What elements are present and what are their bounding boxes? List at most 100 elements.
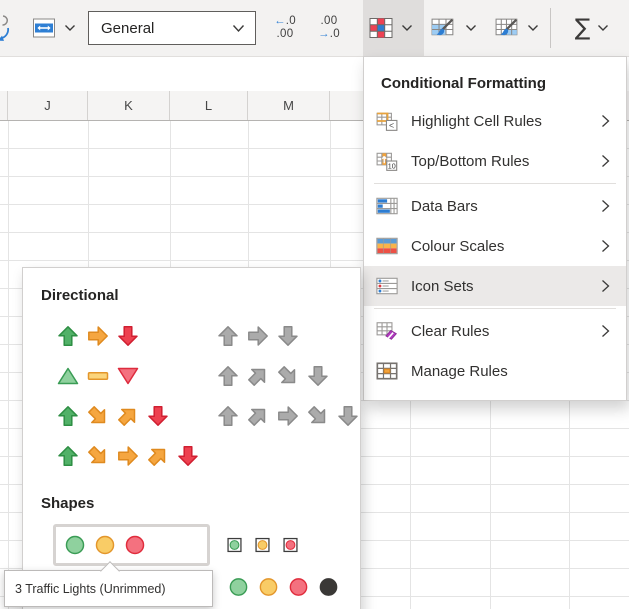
- arrow-up-green-icon: [56, 444, 80, 468]
- increase-decimal-top: ←.0: [274, 15, 296, 28]
- column-header-L[interactable]: L: [170, 91, 248, 120]
- icon-sets-gallery: Directional Shapes: [22, 267, 361, 609]
- iconset-row: [23, 316, 360, 356]
- iconset-option-3-arrows-coloured[interactable]: [56, 324, 146, 348]
- iconset-row: [23, 356, 360, 396]
- bar-orange-icon: [86, 364, 110, 388]
- menu-item-icon-sets[interactable]: Icon Sets: [364, 266, 626, 306]
- clear-rules-icon: [376, 320, 398, 342]
- submenu-chevron-icon: [601, 324, 610, 338]
- circle-orange-icon: [94, 534, 116, 556]
- submenu-chevron-icon: [601, 239, 610, 253]
- conditional-formatting-button[interactable]: [363, 0, 424, 56]
- icon-sets-icon: [376, 275, 398, 297]
- iconset-option-3-traffic-lights-unrimmed[interactable]: [53, 524, 210, 566]
- menu-title: Conditional Formatting: [364, 65, 626, 101]
- arrow-down-right-gray-icon: [306, 404, 330, 428]
- menu-separator: [374, 183, 616, 184]
- colour-scales-icon: [376, 235, 398, 257]
- tooltip: 3 Traffic Lights (Unrimmed): [4, 570, 213, 607]
- chevron-down-icon: [232, 24, 245, 33]
- menu-item-label: Colour Scales: [411, 238, 601, 255]
- iconset-option-4-traffic-lights[interactable]: [228, 577, 348, 598]
- increase-decimal-button[interactable]: ←.0 .00: [263, 8, 307, 48]
- arrow-up-gray-icon: [216, 404, 240, 428]
- excel-window: General ←.0 .00 .00 →.0: [0, 0, 629, 609]
- menu-item-label: Icon Sets: [411, 278, 601, 295]
- column-header-J[interactable]: J: [8, 91, 88, 120]
- arrow-down-right-orange-icon: [86, 444, 110, 468]
- submenu-chevron-icon: [601, 114, 610, 128]
- menu-item-label: Highlight Cell Rules: [411, 113, 601, 130]
- manage-rules-icon: [376, 360, 398, 382]
- tooltip-text: 3 Traffic Lights (Unrimmed): [15, 582, 166, 596]
- menu-item-highlight-cell-rules[interactable]: < Highlight Cell Rules: [364, 101, 626, 141]
- ribbon-toolbar: General ←.0 .00 .00 →.0: [0, 0, 629, 57]
- svg-text:<: <: [389, 120, 394, 130]
- decrease-decimal-top: .00: [321, 15, 338, 28]
- format-as-table-icon: [430, 15, 457, 42]
- arrow-up-right-gray-icon: [246, 404, 270, 428]
- iconset-row: [23, 436, 360, 476]
- menu-separator: [374, 308, 616, 309]
- arrow-down-red-icon: [176, 444, 200, 468]
- number-format-select[interactable]: General: [88, 11, 256, 45]
- circle-green-icon: [228, 577, 249, 598]
- format-as-table-button[interactable]: [430, 8, 486, 48]
- menu-item-clear-rules[interactable]: Clear Rules: [364, 311, 626, 351]
- merge-center-button[interactable]: [26, 10, 82, 46]
- arrow-down-red-icon: [146, 404, 170, 428]
- menu-item-colour-scales[interactable]: Colour Scales: [364, 226, 626, 266]
- tri-down-red-icon: [116, 364, 140, 388]
- column-header-K[interactable]: K: [88, 91, 170, 120]
- iconset-option-4-arrows-grey[interactable]: [216, 364, 336, 388]
- chevron-down-icon: [64, 24, 76, 32]
- menu-item-manage-rules[interactable]: Manage Rules: [364, 351, 626, 391]
- rimmed-orange-icon: [254, 537, 271, 554]
- menu-item-top-bottom-rules[interactable]: 10Top/Bottom Rules: [364, 141, 626, 181]
- rimmed-green-icon: [226, 537, 243, 554]
- iconset-row: [23, 522, 360, 568]
- circle-red-icon: [288, 577, 309, 598]
- iconset-option-3-traffic-lights-rimmed[interactable]: [226, 537, 310, 554]
- merge-center-icon: [32, 16, 56, 40]
- arrow-down-gray-icon: [276, 324, 300, 348]
- iconset-option-4-arrows-coloured[interactable]: [56, 404, 176, 428]
- menu-item-label: Data Bars: [411, 198, 601, 215]
- tri-up-green-icon: [56, 364, 80, 388]
- iconset-option-3-arrows-grey[interactable]: [216, 324, 306, 348]
- arrow-down-gray-icon: [306, 364, 330, 388]
- column-header-M[interactable]: M: [248, 91, 330, 120]
- submenu-chevron-icon: [601, 279, 610, 293]
- toolbar-divider: [550, 8, 551, 48]
- iconset-option-3-triangles[interactable]: [56, 364, 146, 388]
- arrow-right-orange-icon: [86, 324, 110, 348]
- arrow-right-gray-icon: [276, 404, 300, 428]
- decrease-decimal-button[interactable]: .00 →.0: [307, 8, 351, 48]
- clipped-orientation-icon: [0, 13, 12, 43]
- grid-column-line: [8, 121, 9, 609]
- circle-orange-icon: [258, 577, 279, 598]
- sigma-icon: ∑: [575, 15, 591, 41]
- arrow-up-right-orange-icon: [146, 444, 170, 468]
- cell-styles-button[interactable]: [494, 8, 548, 48]
- arrow-down-red-icon: [116, 324, 140, 348]
- submenu-chevron-icon: [601, 199, 610, 213]
- directional-rows: [23, 316, 360, 476]
- cell-styles-icon: [494, 15, 521, 42]
- iconset-option-5-arrows-coloured[interactable]: [56, 444, 206, 468]
- arrow-up-right-orange-icon: [116, 404, 140, 428]
- autosum-button[interactable]: ∑: [562, 8, 622, 48]
- column-header-blank[interactable]: [0, 91, 8, 120]
- top-bottom-rules-icon: 10: [376, 150, 398, 172]
- iconset-option-5-arrows-grey[interactable]: [216, 404, 366, 428]
- increase-decimal-bottom: .00: [277, 28, 294, 41]
- arrow-up-gray-icon: [216, 364, 240, 388]
- chevron-down-icon: [527, 24, 539, 32]
- shapes-section-title: Shapes: [41, 492, 360, 516]
- arrow-down-right-orange-icon: [86, 404, 110, 428]
- arrow-right-orange-icon: [116, 444, 140, 468]
- iconset-row: [23, 396, 360, 436]
- menu-item-data-bars[interactable]: Data Bars: [364, 186, 626, 226]
- chevron-down-icon: [465, 24, 477, 32]
